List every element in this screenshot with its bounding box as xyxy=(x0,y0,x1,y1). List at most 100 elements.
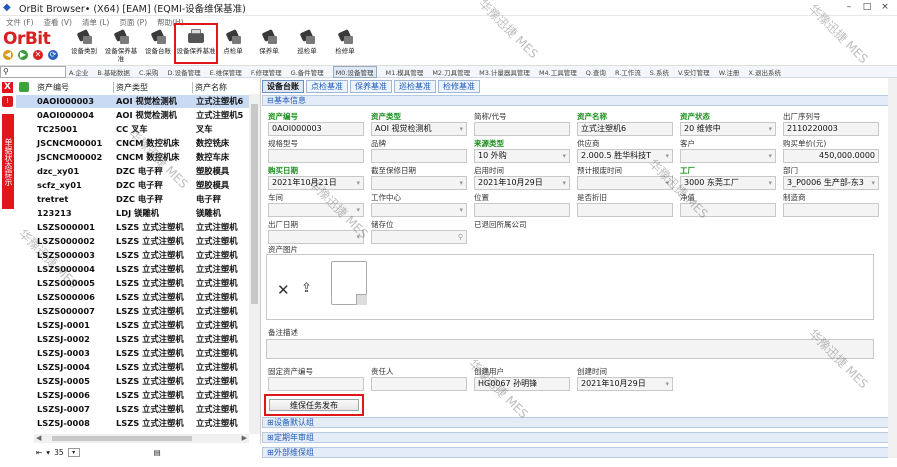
table-row[interactable]: LSZS000004 LSZS 立式注塑机 立式注塑机 xyxy=(16,263,260,276)
minimize-button[interactable]: – xyxy=(841,1,857,14)
scroll-thumb[interactable] xyxy=(52,436,192,441)
scrap-time-picker[interactable]: ▾ xyxy=(577,176,673,190)
table-row[interactable]: LSZS000006 LSZS 立式注塑机 立式注塑机 xyxy=(16,291,260,304)
creator-input[interactable]: HG0067 孙明锋 xyxy=(474,377,570,391)
section-annual-group[interactable]: ⊞定期年审组 xyxy=(262,432,897,443)
asset-name-input[interactable]: 立式注塑机6 xyxy=(577,122,673,136)
table-row[interactable]: LSZS000005 LSZS 立式注塑机 立式注塑机 xyxy=(16,277,260,290)
module-item[interactable]: V.安灯管理 xyxy=(678,67,710,77)
status-tip-tab[interactable]: 单据状态提示 xyxy=(2,114,14,209)
refresh-icon[interactable]: ⟳ xyxy=(48,50,58,60)
section-default-group[interactable]: ⊞设备默认组 xyxy=(262,417,897,428)
module-item[interactable]: M4.工具管理 xyxy=(539,67,577,77)
table-row[interactable]: LSZSJ-0007 LSZS 立式注塑机 立式注塑机 xyxy=(16,403,260,416)
asset-no-input[interactable]: 0AOI000003 xyxy=(268,122,364,136)
toolbar-maintenance-standard-selected[interactable]: 设备保养基准 xyxy=(174,23,218,64)
toolbar-repair-order[interactable]: 检修单 xyxy=(330,29,360,63)
create-time-picker[interactable]: 2021年10月29日 ▾ xyxy=(577,377,673,391)
price-input[interactable]: 450,000.0000 xyxy=(783,149,879,163)
short-code-input[interactable] xyxy=(474,122,570,136)
customer-select[interactable]: ▾ xyxy=(680,149,776,163)
module-item[interactable]: W.注册 xyxy=(719,67,740,77)
menu-view[interactable]: 查看 (V) xyxy=(44,17,72,28)
module-item-active[interactable]: M0.设备管理 xyxy=(332,66,377,78)
menu-list[interactable]: 清单 (L) xyxy=(82,17,109,28)
table-row[interactable]: 0AOI000004 AOI 视觉检测机 立式注塑机5 xyxy=(16,109,260,122)
filter-icon[interactable]: ▾ xyxy=(46,448,50,457)
module-item[interactable]: R.工作流 xyxy=(615,67,641,77)
table-row[interactable]: LSZS000001 LSZS 立式注塑机 立式注塑机 xyxy=(16,221,260,234)
location-input[interactable] xyxy=(474,203,570,217)
module-item[interactable]: M1.模具管理 xyxy=(386,67,424,77)
scroll-left-icon[interactable]: ◀ xyxy=(36,434,41,443)
module-item[interactable]: C.采购 xyxy=(139,67,159,77)
close-button[interactable]: × xyxy=(877,1,893,14)
table-row[interactable]: LSZSJ-0004 LSZS 立式注塑机 立式注塑机 xyxy=(16,361,260,374)
storage-input[interactable]: ⚲ xyxy=(371,230,467,244)
module-item[interactable]: M2.刀具管理 xyxy=(432,67,470,77)
work-center-select[interactable]: ▾ xyxy=(371,203,467,217)
tab-maintenance[interactable]: 保养基准 xyxy=(350,80,392,93)
table-row[interactable]: dzc_xy01 DZC 电子秤 塑胶模具 xyxy=(16,165,260,178)
publish-task-button[interactable]: 维保任务发布 xyxy=(269,399,359,411)
upload-icon[interactable]: ⇪ xyxy=(301,281,312,296)
source-type-select[interactable]: 10 外购 ▾ xyxy=(474,149,570,163)
table-row[interactable]: LSZSJ-0001 LSZS 立式注塑机 立式注塑机 xyxy=(16,319,260,332)
toolbar-maintenance-standard[interactable]: 设备保养基准 xyxy=(103,29,139,63)
toolbar-equipment-ledger[interactable]: 设备台账 xyxy=(142,29,174,63)
table-row[interactable]: LSZSJ-0005 LSZS 立式注塑机 立式注塑机 xyxy=(16,375,260,388)
module-item[interactable]: D.设备管理 xyxy=(168,67,201,77)
delete-photo-icon[interactable]: ✕ xyxy=(277,281,290,299)
spec-input[interactable] xyxy=(268,149,364,163)
table-row[interactable]: LSZS000003 LSZS 立式注塑机 立式注塑机 xyxy=(16,249,260,262)
close-panel-button[interactable]: X xyxy=(2,82,13,93)
toolbar-patrol-order[interactable]: 巡检单 xyxy=(292,29,322,63)
fixed-asset-no-input[interactable] xyxy=(268,377,364,391)
tab-repair[interactable]: 检修基准 xyxy=(438,80,480,93)
list-horizontal-scrollbar[interactable]: ◀ ▶ xyxy=(34,434,249,443)
memo-input[interactable] xyxy=(266,339,874,359)
tab-inspection[interactable]: 点检基准 xyxy=(306,80,348,93)
menu-page[interactable]: 页面 (P) xyxy=(119,17,147,28)
section-basic-info[interactable]: ⊟基本信息 xyxy=(262,95,897,106)
brand-input[interactable] xyxy=(371,149,467,163)
table-row[interactable]: JSCNCM00001 CNCM 数控机床 数控铣床 xyxy=(16,137,260,150)
asset-type-select[interactable]: AOI 视觉检测机 ▾ xyxy=(371,122,467,136)
back-icon[interactable]: ◀ xyxy=(3,50,13,60)
menu-file[interactable]: 文件 (F) xyxy=(6,17,34,28)
table-row[interactable]: LSZSJ-0008 LSZS 立式注塑机 立式注塑机 xyxy=(16,417,260,430)
table-row[interactable]: LSZS000007 LSZS 立式注塑机 立式注塑机 xyxy=(16,305,260,318)
table-row[interactable]: LSZS000002 LSZS 立式注塑机 立式注塑机 xyxy=(16,235,260,248)
table-row[interactable]: LSZSJ-0006 LSZS 立式注塑机 立式注塑机 xyxy=(16,389,260,402)
column-header[interactable]: 资产类型 xyxy=(114,82,193,93)
page-size-dropdown[interactable]: ▾ xyxy=(67,448,80,457)
factory-select[interactable]: 3000 东莞工厂 ▾ xyxy=(680,176,776,190)
mfg-date-picker[interactable]: ▾ xyxy=(268,230,364,244)
column-header[interactable]: 资产名称 xyxy=(193,82,253,93)
serial-no-input[interactable]: 2110220003 xyxy=(783,122,879,136)
maximize-button[interactable]: □ xyxy=(859,1,875,14)
warranty-end-picker[interactable]: ▾ xyxy=(371,176,467,190)
section-external-group[interactable]: ⊞外部维保组 xyxy=(262,447,897,458)
column-header[interactable]: 资产编号 xyxy=(34,82,114,93)
first-page-icon[interactable]: ⇤ xyxy=(36,448,42,457)
tab-ledger[interactable]: 设备台账 xyxy=(262,80,304,93)
forward-icon[interactable]: ▶ xyxy=(18,50,28,60)
list-vertical-scrollbar[interactable] xyxy=(249,94,260,434)
asset-status-select[interactable]: 20 维修中 ▾ xyxy=(680,122,776,136)
toolbar-equipment-category[interactable]: 设备类别 xyxy=(68,29,100,63)
module-item[interactable]: X.退出系统 xyxy=(748,67,781,77)
toolbar-inspection-order[interactable]: 点检单 xyxy=(218,29,248,63)
tab-patrol[interactable]: 巡检基准 xyxy=(394,80,436,93)
module-item[interactable]: M3.计量器具管理 xyxy=(479,67,530,77)
table-row[interactable]: JSCNCM00002 CNCM 数控机床 数控车床 xyxy=(16,151,260,164)
workshop-select[interactable]: ▾ xyxy=(268,203,364,217)
table-row[interactable]: 0AOI000003 AOI 视觉检测机 立式注塑机6 xyxy=(16,95,260,108)
table-row[interactable]: tretret DZC 电子秤 电子秤 xyxy=(16,193,260,206)
net-value-input[interactable] xyxy=(680,203,776,217)
stop-icon[interactable]: ✕ xyxy=(33,50,43,60)
detail-vertical-scrollbar[interactable] xyxy=(888,78,897,458)
scroll-right-icon[interactable]: ▶ xyxy=(242,434,247,443)
table-row[interactable]: scfz_xy01 DZC 电子秤 塑胶模具 xyxy=(16,179,260,192)
scroll-thumb[interactable] xyxy=(251,104,258,304)
